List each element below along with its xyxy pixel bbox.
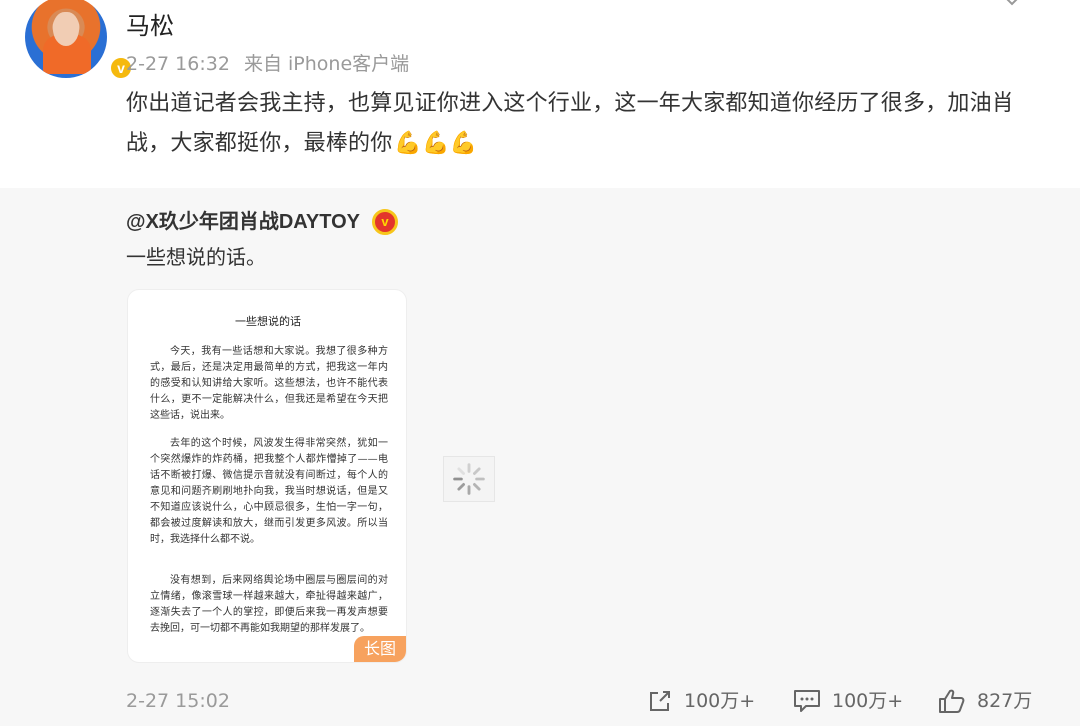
repost-time: 2-27 15:02 <box>126 690 230 712</box>
long-image-preview[interactable]: 一些想说的话 今天，我有一些话想和大家说。我想了很多种方式，最后，还是决定用最简… <box>127 289 407 663</box>
repost-verified-badge-icon: v <box>372 209 398 235</box>
long-image-title: 一些想说的话 <box>235 315 301 328</box>
post-text-content: 你出道记者会我主持，也算见证你进入这个行业，这一年大家都知道你经历了很多，加油肖… <box>126 91 1015 156</box>
long-image-paragraph: 去年的这个时候，风波发生得非常突然，犹如一个突然爆炸的炸药桶，把我整个人都炸懵掉… <box>150 438 388 545</box>
reposted-content[interactable]: @X玖少年团肖战DAYTOY v 一些想说的话。 一些想说的话 今天，我有一些话… <box>0 188 1080 726</box>
repost-text: 一些想说的话。 <box>126 245 266 269</box>
post-time: 2-27 16:32 <box>126 53 230 75</box>
avatar-image <box>25 0 107 78</box>
long-image-paragraph: 今天，我有一些话想和大家说。我想了很多种方式，最后，还是决定用最简单的方式，把我… <box>150 346 388 421</box>
loading-spinner-icon <box>443 456 495 502</box>
share-button[interactable]: 100万+ <box>646 686 755 716</box>
like-icon <box>939 689 965 713</box>
comment-button[interactable]: 100万+ <box>792 686 903 716</box>
comment-icon <box>794 690 820 712</box>
weibo-post: v 马松 2-27 16:32 来自 iPhone客户端 你出道记者会我主持，也… <box>0 0 1080 188</box>
like-count: 827万 <box>977 690 1033 712</box>
post-meta: 2-27 16:32 来自 iPhone客户端 <box>126 51 417 77</box>
long-image-paragraph: 没有想到，后来网络舆论场中圈层与圈层间的对立情绪，像滚雪球一样越来越大，牵扯得越… <box>150 575 388 634</box>
flexed-biceps-icon: 💪💪💪 <box>394 131 478 156</box>
comment-count: 100万+ <box>832 690 904 712</box>
chevron-down-icon[interactable] <box>1002 0 1022 8</box>
like-button[interactable]: 827万 <box>937 686 1032 716</box>
long-image-badge: 长图 <box>354 636 406 662</box>
share-icon <box>650 691 670 711</box>
share-count: 100万+ <box>684 690 756 712</box>
post-text: 你出道记者会我主持，也算见证你进入这个行业，这一年大家都知道你经历了很多，加油肖… <box>126 84 1036 164</box>
post-source: 来自 iPhone客户端 <box>243 53 410 75</box>
repost-author[interactable]: @X玖少年团肖战DAYTOY <box>126 208 360 236</box>
username[interactable]: 马松 <box>126 10 174 42</box>
avatar[interactable]: v <box>25 0 133 80</box>
